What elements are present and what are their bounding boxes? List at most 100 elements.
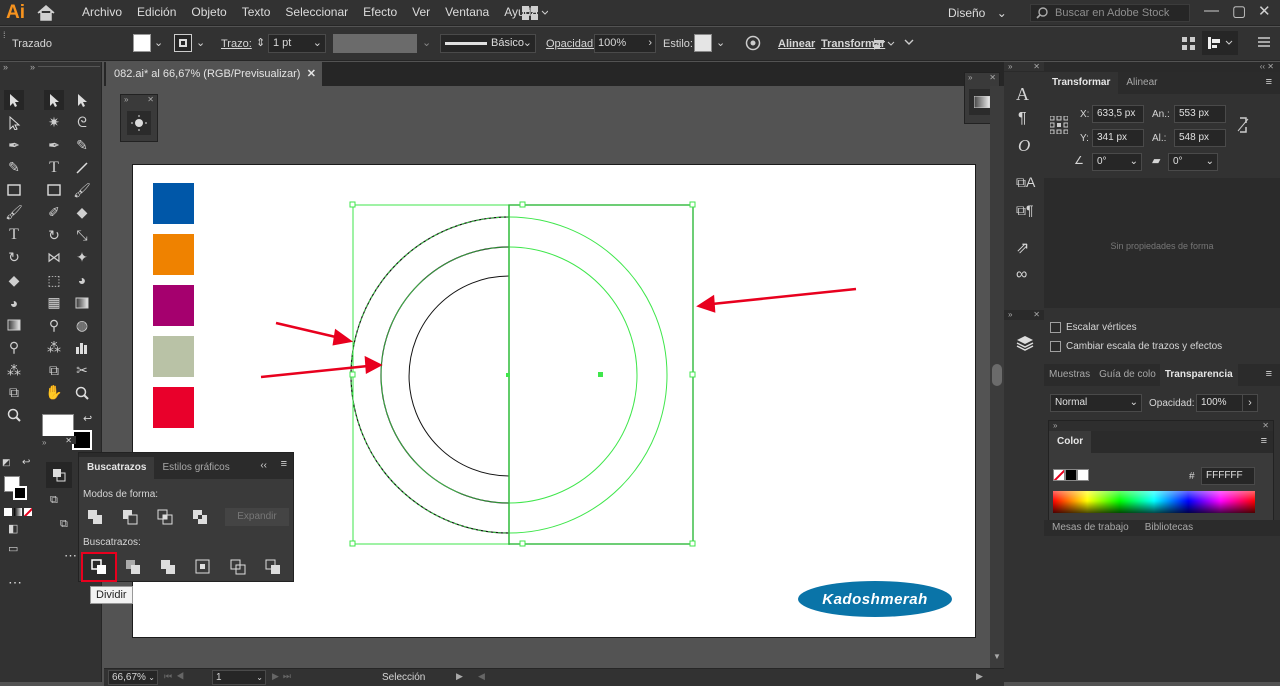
- scale-corners-checkbox[interactable]: [1050, 322, 1061, 333]
- middle-ring-left-selection: [380, 246, 510, 504]
- trim-icon[interactable]: [125, 559, 141, 575]
- outer-ring-right-path[interactable]: [508, 216, 668, 534]
- close-icon[interactable]: ✕: [1267, 62, 1274, 71]
- outer-ring-selection: [350, 216, 510, 534]
- artboard-nav-prev[interactable]: ⏮◀: [164, 671, 188, 682]
- scale-strokes-option[interactable]: Cambiar escala de trazos y efectos: [1050, 341, 1222, 352]
- center-anchor: [506, 373, 510, 377]
- arrange-icon[interactable]: [1182, 37, 1196, 54]
- color-spectrum[interactable]: [1053, 491, 1255, 513]
- chevron-down-icon: ⌄: [256, 673, 263, 682]
- stock-search-input[interactable]: Buscar en Adobe Stock: [1030, 4, 1190, 22]
- blend-mode-select[interactable]: Normal ⌄: [1050, 394, 1142, 412]
- merge-icon[interactable]: [160, 559, 176, 575]
- tab-guia-color[interactable]: Guía de colo: [1095, 364, 1160, 386]
- character-icon[interactable]: A: [1016, 84, 1029, 105]
- reference-point-icon[interactable]: [1049, 115, 1069, 137]
- black-color-swatch[interactable]: [1065, 469, 1077, 481]
- color-tabs: Color ≡: [1049, 431, 1273, 453]
- tab-mesas-de-trabajo[interactable]: Mesas de trabajo: [1044, 520, 1137, 536]
- crop-icon[interactable]: [195, 559, 211, 575]
- properties-toggle[interactable]: [1202, 31, 1238, 55]
- links-icon[interactable]: ∞: [1016, 266, 1027, 284]
- tab-estilos-graficos[interactable]: Estilos gráficos: [154, 457, 238, 479]
- artboard-nav-next[interactable]: ▶⏭: [272, 671, 295, 682]
- tab-color[interactable]: Color: [1049, 431, 1092, 453]
- width-label: An.:: [1152, 109, 1170, 120]
- outline-icon[interactable]: [230, 559, 246, 575]
- x-position-field[interactable]: 633,5 px: [1092, 105, 1144, 123]
- close-window-icon[interactable]: ✕: [1258, 2, 1271, 20]
- scale-strokes-checkbox[interactable]: [1050, 341, 1061, 352]
- tab-bibliotecas[interactable]: Bibliotecas: [1136, 520, 1202, 536]
- height-label: Al.:: [1152, 133, 1167, 144]
- tab-buscatrazos[interactable]: Buscatrazos: [79, 457, 155, 479]
- exclude-icon[interactable]: [192, 509, 208, 525]
- inner-circle-right-path: [509, 276, 609, 476]
- inner-circle-left-path[interactable]: [408, 275, 510, 477]
- shape-modes-label: Modos de forma:: [83, 489, 159, 500]
- transparency-opacity-field[interactable]: 100%: [1196, 394, 1248, 412]
- intersect-icon[interactable]: [157, 509, 173, 525]
- rotate-field[interactable]: 0° ⌄: [1092, 153, 1142, 171]
- zoom-field[interactable]: 66,67% ⌄: [108, 670, 158, 685]
- tab-alinear[interactable]: Alinear: [1118, 72, 1166, 94]
- tab-transparencia[interactable]: Transparencia: [1159, 364, 1238, 386]
- chevron-right-icon[interactable]: ▶: [456, 671, 463, 682]
- collapse-icon[interactable]: ‹‹: [260, 460, 267, 471]
- tab-muestras[interactable]: Muestras: [1044, 364, 1096, 386]
- paragraph-styles-icon[interactable]: ⧉¶: [1016, 202, 1034, 219]
- minus-front-icon[interactable]: [122, 509, 138, 525]
- chevron-down-icon: ⌄: [1205, 156, 1214, 167]
- white-color-swatch[interactable]: [1077, 469, 1089, 481]
- paragraph-icon[interactable]: ¶: [1018, 110, 1027, 128]
- scrollbar-thumb[interactable]: [992, 364, 1002, 386]
- maximize-icon[interactable]: ▢: [1232, 2, 1246, 20]
- unite-icon[interactable]: [87, 509, 103, 525]
- panel-grip: » ✕: [1004, 62, 1044, 72]
- pathfinder-panel-header: Buscatrazos Estilos gráficos ‹‹ ≡: [79, 453, 293, 479]
- vertical-scrollbar[interactable]: ▼: [990, 86, 1004, 668]
- none-color-swatch[interactable]: [1053, 469, 1065, 481]
- current-tool-status: Selección: [382, 672, 426, 683]
- close-icon[interactable]: ✕: [1033, 62, 1040, 71]
- y-position-field[interactable]: 341 px: [1092, 129, 1144, 147]
- middle-ring-right-path[interactable]: [508, 246, 638, 504]
- selection-handles[interactable]: [349, 201, 696, 547]
- panel-grip: » ✕: [1049, 421, 1273, 431]
- shear-field[interactable]: 0° ⌄: [1168, 153, 1218, 171]
- tooltip: Dividir: [90, 586, 133, 604]
- minus-back-icon[interactable]: [265, 559, 281, 575]
- chevron-right-icon[interactable]: ›: [1242, 394, 1258, 412]
- scroll-down-icon[interactable]: ▼: [993, 652, 1001, 661]
- middle-ring-left-path[interactable]: [380, 246, 510, 504]
- close-icon[interactable]: ✕: [1033, 310, 1040, 319]
- constrain-proportions-icon[interactable]: [1236, 116, 1250, 137]
- scale-corners-option[interactable]: Escalar vértices: [1050, 322, 1137, 333]
- divide-button[interactable]: [81, 552, 117, 582]
- expand-button[interactable]: Expandir: [225, 508, 289, 526]
- scroll-right-icon[interactable]: ▶: [976, 671, 983, 682]
- layers-icon[interactable]: [1016, 334, 1034, 355]
- menu-icon[interactable]: ≡: [281, 458, 287, 470]
- artboard-number: 1: [216, 672, 222, 683]
- width-field[interactable]: 553 px: [1174, 105, 1226, 123]
- export-icon[interactable]: ⇗: [1016, 238, 1029, 258]
- minimize-icon[interactable]: —: [1204, 2, 1219, 19]
- close-icon[interactable]: ✕: [1262, 421, 1269, 430]
- search-icon: [1036, 7, 1048, 22]
- artboard-number-field[interactable]: 1 ⌄: [212, 670, 266, 685]
- height-field[interactable]: 548 px: [1174, 129, 1226, 147]
- scroll-left-icon[interactable]: ◀: [478, 671, 485, 682]
- shape-properties-area: Sin propiedades de forma: [1044, 178, 1280, 308]
- hex-field[interactable]: FFFFFF: [1201, 467, 1255, 485]
- menu-icon[interactable]: ≡: [1261, 435, 1267, 447]
- tab-transformar[interactable]: Transformar: [1044, 72, 1119, 94]
- pathfinders-label: Buscatrazos:: [83, 537, 141, 548]
- character-styles-icon[interactable]: ⧉A: [1016, 174, 1035, 191]
- menu-icon[interactable]: ≡: [1266, 368, 1272, 380]
- outer-ring-left-path[interactable]: [350, 216, 510, 534]
- menu-icon[interactable]: [1258, 36, 1270, 51]
- menu-icon[interactable]: ≡: [1266, 76, 1272, 88]
- opentype-icon[interactable]: O: [1018, 136, 1030, 156]
